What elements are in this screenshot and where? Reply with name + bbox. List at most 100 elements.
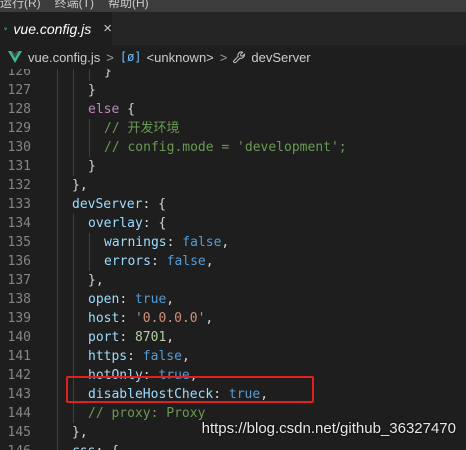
code-token: } xyxy=(88,83,96,98)
code-token: }, xyxy=(72,425,88,440)
code-token: '0.0.0.0' xyxy=(134,311,206,326)
code-line: 139 host: '0.0.0.0', xyxy=(0,309,466,328)
code-token: } xyxy=(88,159,96,174)
code-token: host xyxy=(88,311,120,326)
code-token: https xyxy=(88,349,128,364)
code-token: false xyxy=(142,349,182,364)
code-token: : { xyxy=(142,197,166,212)
indent-guide xyxy=(57,252,58,271)
indent-guide xyxy=(57,290,58,309)
code-text: https: false, xyxy=(88,347,190,366)
code-token: , xyxy=(205,311,214,326)
line-number: 138 xyxy=(7,292,31,307)
indent-guide xyxy=(57,214,58,233)
code-text: devServer: { xyxy=(72,195,166,214)
indent-guide xyxy=(73,404,74,423)
indent-guide xyxy=(57,157,58,176)
line-number: 136 xyxy=(7,254,31,269)
indent-guide xyxy=(73,138,74,157)
code-token: }, xyxy=(88,273,104,288)
code-text: // proxy: Proxy xyxy=(88,404,205,423)
line-number: 130 xyxy=(7,140,31,155)
line-number: 129 xyxy=(7,121,31,136)
code-token: : xyxy=(127,349,143,364)
line-number: 145 xyxy=(7,425,31,440)
menu-item[interactable]: 终端(T) xyxy=(55,0,94,10)
code-token: , xyxy=(181,349,190,364)
code-text: overlay: { xyxy=(88,214,166,233)
code-text: else { xyxy=(88,100,135,119)
breadcrumb-file[interactable]: vue.config.js xyxy=(28,50,100,65)
code-token: : { xyxy=(142,216,167,231)
line-number: 137 xyxy=(7,273,31,288)
indent-guide xyxy=(89,69,90,81)
code-text: } xyxy=(104,69,112,81)
indent-guide xyxy=(57,309,58,328)
indent-guide xyxy=(57,176,58,195)
breadcrumb-scope[interactable]: <unknown> xyxy=(147,50,214,65)
indent-guide xyxy=(73,119,74,138)
code-line: 131} xyxy=(0,157,466,176)
code-line: 130 // config.mode = 'development'; xyxy=(0,138,466,157)
indent-guide xyxy=(57,233,58,252)
indent-guide xyxy=(73,100,74,119)
line-number: 133 xyxy=(7,197,31,212)
code-token: }, xyxy=(72,178,88,193)
code-token: : { xyxy=(95,444,118,450)
line-number: 127 xyxy=(7,83,31,98)
line-number: 144 xyxy=(7,406,31,421)
code-token: false xyxy=(166,254,206,269)
code-text: // config.mode = 'development'; xyxy=(104,138,347,157)
code-token: overlay xyxy=(88,216,143,231)
line-number: 132 xyxy=(7,178,31,193)
code-token: port xyxy=(88,330,120,345)
code-line: 136 errors: false, xyxy=(0,252,466,271)
line-number: 142 xyxy=(7,368,31,383)
indent-guide xyxy=(73,271,74,290)
chevron-right-icon: > xyxy=(219,49,228,65)
code-token: 8701 xyxy=(134,330,167,345)
indent-guide xyxy=(73,309,74,328)
code-token: true xyxy=(134,292,167,307)
tab-vue-config[interactable]: vue.config.js × xyxy=(0,12,112,45)
code-line: 128 else { xyxy=(0,100,466,119)
indent-guide xyxy=(73,233,74,252)
code-text: host: '0.0.0.0', xyxy=(88,309,213,328)
code-token: : xyxy=(119,330,135,345)
menu-item[interactable]: 运行(R) xyxy=(0,0,41,10)
indent-guide xyxy=(57,404,58,423)
code-text: } xyxy=(88,157,96,176)
indent-guide xyxy=(57,81,58,100)
code-token: : xyxy=(150,254,167,269)
indent-guide xyxy=(73,252,74,271)
code-line: 140 port: 8701, xyxy=(0,328,466,347)
code-line: 134 overlay: { xyxy=(0,214,466,233)
code-token: false xyxy=(182,235,222,250)
code-token: open xyxy=(88,292,120,307)
indent-guide xyxy=(57,69,58,81)
code-text: port: 8701, xyxy=(88,328,174,347)
code-token: , xyxy=(205,254,214,269)
tab-label: vue.config.js xyxy=(13,20,92,37)
wrench-icon xyxy=(233,50,246,64)
code-token: else xyxy=(88,102,120,117)
line-number: 126 xyxy=(7,69,31,79)
menu-bar: 运行(R) 终端(T) 帮助(H) xyxy=(0,0,466,12)
breadcrumb-symbol[interactable]: devServer xyxy=(251,50,310,65)
indent-guide xyxy=(73,290,74,309)
close-icon[interactable]: × xyxy=(103,20,112,37)
code-line: 132}, xyxy=(0,176,466,195)
menu-item[interactable]: 帮助(H) xyxy=(108,0,149,10)
indent-guide xyxy=(57,138,58,157)
indent-guide xyxy=(89,252,90,271)
code-token: // 开发环境 xyxy=(104,121,180,136)
code-token: } xyxy=(104,69,112,79)
code-text: warnings: false, xyxy=(104,233,229,252)
indent-guide xyxy=(57,100,58,119)
tab-strip: vue.config.js × xyxy=(0,12,466,45)
indent-guide xyxy=(73,214,74,233)
menu-items: 运行(R) 终端(T) 帮助(H) xyxy=(0,0,163,11)
code-text: }, xyxy=(72,423,88,442)
code-token: { xyxy=(119,102,135,117)
indent-guide xyxy=(89,138,90,157)
